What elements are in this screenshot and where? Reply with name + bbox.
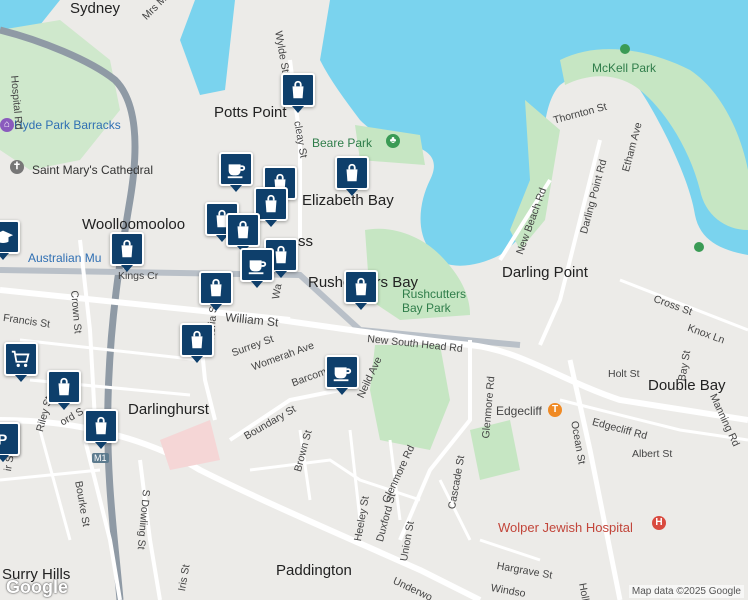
shopping-bag-marker[interactable] — [335, 156, 369, 196]
hospital-icon[interactable]: H — [652, 516, 666, 530]
cafe-cup-marker[interactable] — [219, 152, 253, 192]
park-mckell: McKell Park — [592, 61, 657, 75]
transit-icon[interactable]: T — [548, 403, 562, 417]
cafe-cup-marker[interactable] — [325, 355, 359, 395]
shopping-bag-icon — [210, 278, 222, 297]
shopping-bag-marker[interactable] — [281, 73, 315, 113]
svg-text:P: P — [0, 433, 8, 449]
shopping-bag-marker[interactable] — [226, 213, 260, 253]
poi-saint-marys[interactable]: Saint Mary's Cathedral — [32, 163, 153, 177]
area-sydney: Sydney — [70, 0, 121, 17]
shopping-bag-marker[interactable] — [110, 232, 144, 272]
area-woolloomooloo: Woolloomooloo — [82, 216, 186, 233]
edgecliff-park — [470, 420, 520, 480]
shopping-bag-icon — [292, 80, 304, 99]
shopping-cart-marker[interactable] — [4, 342, 38, 382]
graduation-cap-icon — [0, 230, 14, 243]
park-dot-icon — [620, 44, 630, 54]
shopping-bag-marker[interactable] — [180, 323, 214, 363]
parking-marker[interactable]: P — [0, 422, 20, 462]
park-dot-icon-2 — [694, 242, 704, 252]
area-darlinghurst: Darlinghurst — [128, 401, 209, 418]
poi-wolper-hospital[interactable]: Wolper Jewish Hospital — [498, 520, 633, 535]
cafe-cup-icon — [333, 367, 352, 382]
map-attribution[interactable]: Map data ©2025 Google — [628, 585, 744, 598]
park-beare: Beare Park — [312, 136, 373, 150]
park-rushcutters-bay: Rushcutters Bay Park — [402, 287, 467, 315]
hospital-pink-area — [160, 420, 220, 470]
shopping-bag-icon — [265, 194, 277, 213]
shopping-bag-icon — [191, 330, 203, 349]
map-canvas[interactable]: Sydney Potts Point Elizabeth Bay Woolloo… — [0, 0, 748, 600]
shopping-bag-icon — [121, 239, 133, 258]
shopping-bag-marker[interactable] — [84, 409, 118, 449]
area-edgecliff: Edgecliff — [496, 404, 542, 418]
shopping-bag-marker[interactable] — [199, 271, 233, 311]
shopping-bag-icon — [58, 377, 70, 396]
street-albert: Albert St — [632, 448, 673, 460]
cafe-cup-marker[interactable] — [240, 248, 274, 288]
church-icon[interactable]: ✝ — [10, 160, 24, 174]
shopping-bag-icon — [95, 416, 107, 435]
poi-australian-museum[interactable]: Australian Mu — [28, 251, 101, 265]
graduation-cap-marker[interactable] — [0, 220, 20, 260]
shopping-bag-icon — [346, 163, 358, 182]
cafe-cup-icon — [248, 260, 267, 275]
area-potts-point: Potts Point — [214, 104, 287, 121]
woolloomooloo-bay-water — [180, 0, 235, 95]
shopping-bag-marker[interactable] — [344, 270, 378, 310]
cafe-cup-icon — [227, 164, 246, 179]
area-fragment-ss: ss — [298, 233, 313, 250]
tree-icon[interactable]: ♣ — [386, 134, 400, 148]
area-darling-point: Darling Point — [502, 264, 588, 281]
motorway-m1-shield: M1 — [92, 453, 109, 463]
shopping-cart-icon — [11, 350, 30, 368]
area-paddington: Paddington — [276, 562, 352, 579]
street-holt: Holt St — [608, 368, 640, 380]
shopping-bag-icon — [355, 277, 367, 296]
google-logo[interactable]: Google — [6, 577, 68, 598]
shopping-bag-icon — [237, 220, 249, 239]
parking-icon: P — [0, 433, 8, 449]
poi-hyde-park-barracks[interactable]: Hyde Park Barracks — [14, 118, 121, 132]
shopping-bag-marker[interactable] — [47, 370, 81, 410]
